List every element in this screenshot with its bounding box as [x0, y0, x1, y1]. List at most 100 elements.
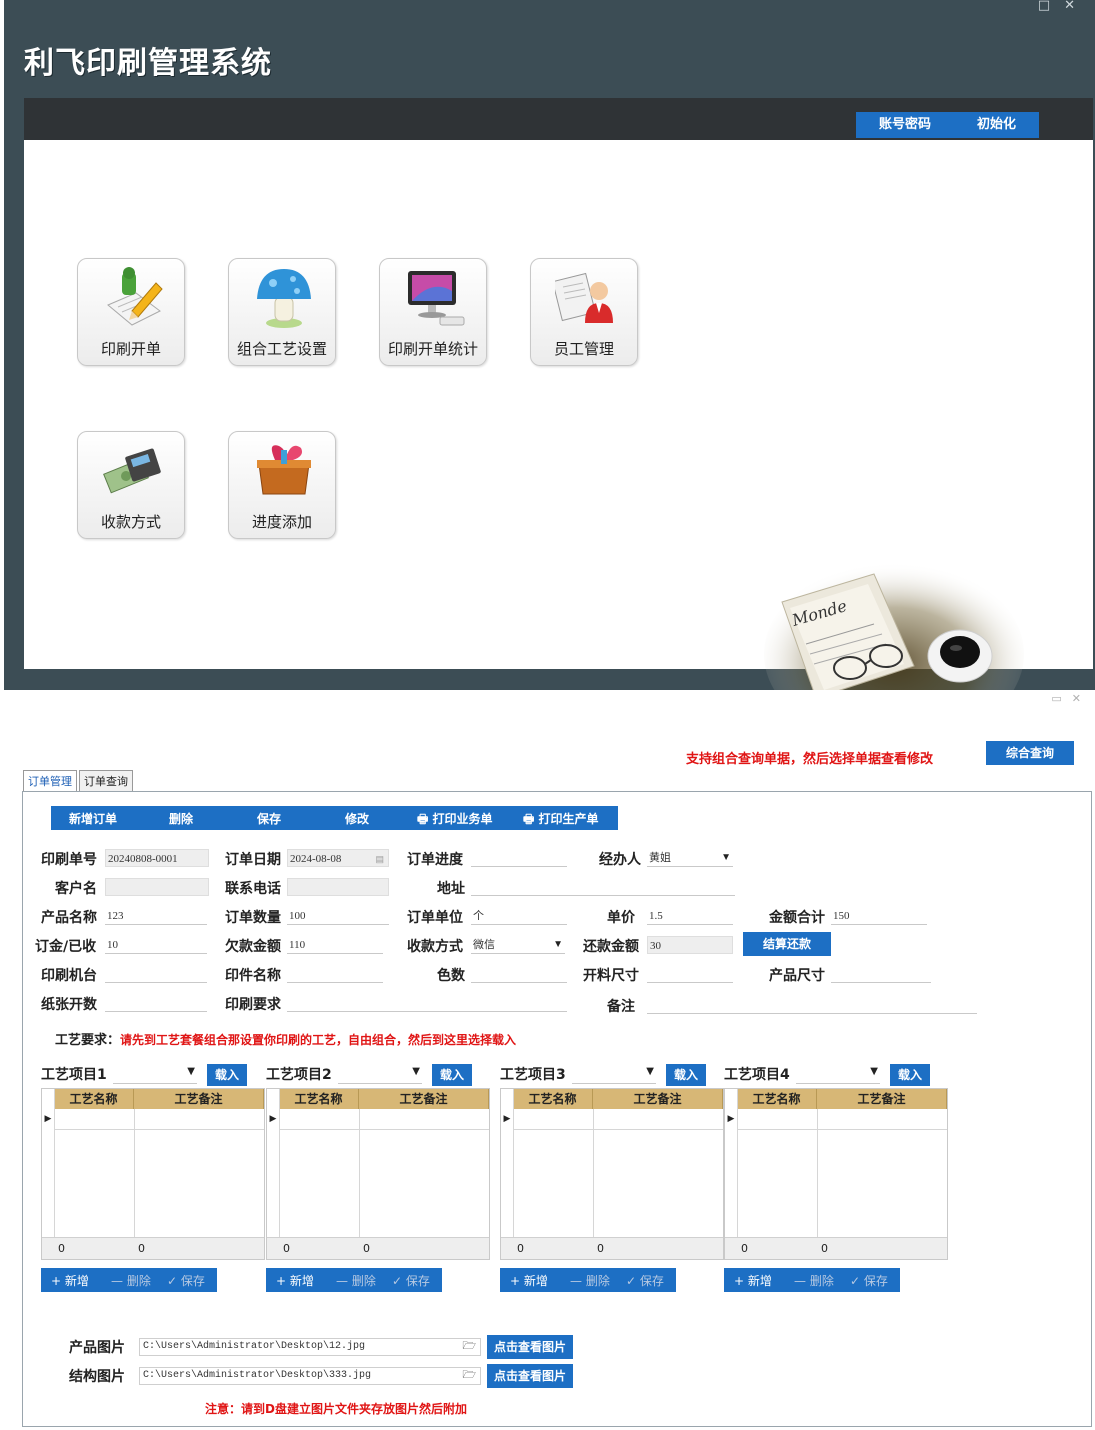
print-production-button[interactable]: 🖶 打印生产单 [523, 810, 599, 831]
modify-button[interactable]: 修改 [345, 810, 369, 827]
folder-open-icon[interactable]: 🗁 [462, 1339, 476, 1355]
quantity-field[interactable]: 100 [287, 907, 389, 925]
save-row-button[interactable]: ✓ 保存 [392, 1272, 430, 1289]
process-item-select[interactable]: ▼ [338, 1066, 422, 1084]
col-process-name[interactable]: 工艺名称 [737, 1089, 817, 1109]
delete-row-button[interactable]: — 删除 [794, 1272, 834, 1289]
calendar-icon[interactable]: ▤ [375, 850, 384, 866]
row-indicator-icon: ▶ [727, 1114, 735, 1124]
progress-field[interactable] [471, 849, 567, 867]
delete-row-button[interactable]: — 删除 [111, 1272, 151, 1289]
tile-label: 员工管理 [553, 340, 614, 358]
load-button[interactable]: 载入 [207, 1064, 247, 1086]
load-button[interactable]: 载入 [890, 1064, 930, 1086]
repay-field[interactable]: 30 [647, 936, 733, 954]
load-button[interactable]: 载入 [666, 1064, 706, 1086]
initialize-button[interactable]: 初始化 [954, 112, 1039, 138]
tile-employee-management[interactable]: 员工管理 [530, 258, 638, 366]
phone-field[interactable] [287, 878, 389, 896]
tile-progress-add[interactable]: 进度添加 [228, 431, 336, 539]
save-row-button[interactable]: ✓ 保存 [167, 1272, 205, 1289]
order-date-field[interactable]: 2024-08-08 ▤ [287, 849, 389, 867]
pay-method-select[interactable]: 微信 ▼ [471, 936, 565, 954]
delete-row-button[interactable]: — 删除 [336, 1272, 376, 1289]
col-process-note[interactable]: 工艺备注 [359, 1089, 489, 1109]
print-req-field[interactable] [287, 994, 567, 1012]
app-title: 利飞印刷管理系统 [24, 46, 272, 81]
handler-value: 黄姐 [649, 852, 671, 864]
structure-image-label: 结构图片 [69, 1369, 125, 1385]
add-row-button[interactable]: + 新增 [734, 1272, 772, 1289]
footer-sum-1: 0 [58, 1242, 65, 1255]
tile-payment-method[interactable]: 收款方式 [77, 431, 185, 539]
window-controls[interactable]: ▭✕ [1051, 692, 1091, 705]
product-size-field[interactable] [831, 965, 931, 983]
order-no-field[interactable]: 20240808-0001 [105, 849, 209, 867]
total-label: 金额合计 [769, 910, 825, 926]
settle-repay-button[interactable]: 结算还款 [743, 932, 831, 956]
process-grid[interactable]: 工艺名称 工艺备注 ▶ 00 [266, 1088, 490, 1260]
account-password-button[interactable]: 账号密码 [856, 112, 954, 138]
total-field[interactable]: 150 [831, 907, 927, 925]
dropdown-arrow-icon: ▼ [646, 1066, 654, 1077]
structure-image-path[interactable]: C:\Users\Administrator\Desktop\333.jpg 🗁 [139, 1367, 481, 1385]
tab-order-query[interactable]: 订单查询 [79, 770, 133, 791]
folder-open-icon[interactable]: 🗁 [462, 1368, 476, 1384]
window-controls[interactable]: □✕ [1038, 0, 1089, 13]
process-item-select[interactable]: ▼ [572, 1066, 656, 1084]
tile-label: 印刷开单统计 [387, 340, 478, 358]
view-structure-image-button[interactable]: 点击查看图片 [487, 1364, 573, 1388]
col-process-name[interactable]: 工艺名称 [513, 1089, 593, 1109]
print-name-field[interactable] [287, 965, 383, 983]
colors-field[interactable] [471, 965, 567, 983]
unit-field[interactable]: 个 [471, 907, 567, 925]
remark-field[interactable] [647, 996, 977, 1014]
print-business-button[interactable]: 🖶 打印业务单 [417, 810, 493, 831]
delete-row-button[interactable]: — 删除 [570, 1272, 610, 1289]
address-field[interactable] [471, 878, 735, 896]
process-item-select[interactable]: ▼ [113, 1066, 197, 1084]
product-name-field[interactable]: 123 [105, 907, 207, 925]
delete-button[interactable]: 删除 [169, 810, 193, 827]
handler-select[interactable]: 黄姐 ▼ [647, 849, 733, 867]
quantity-label: 订单数量 [225, 910, 281, 926]
process-grid[interactable]: 工艺名称 工艺备注 ▶ 00 [500, 1088, 724, 1260]
save-button[interactable]: 保存 [257, 810, 281, 827]
add-row-button[interactable]: + 新增 [510, 1272, 548, 1289]
printer-icon: 🖶 [417, 812, 433, 826]
add-row-button[interactable]: + 新增 [51, 1272, 89, 1289]
product-image-path[interactable]: C:\Users\Administrator\Desktop\12.jpg 🗁 [139, 1338, 481, 1356]
owed-field[interactable]: 110 [287, 936, 383, 954]
process-item-label: 工艺项目2 [266, 1067, 332, 1083]
col-process-note[interactable]: 工艺备注 [593, 1089, 723, 1109]
tile-process-setup[interactable]: 组合工艺设置 [228, 258, 336, 366]
add-row-button[interactable]: + 新增 [276, 1272, 314, 1289]
customer-field[interactable] [105, 878, 209, 896]
col-process-name[interactable]: 工艺名称 [279, 1089, 359, 1109]
save-row-button[interactable]: ✓ 保存 [850, 1272, 888, 1289]
col-process-name[interactable]: 工艺名称 [54, 1089, 134, 1109]
cut-size-field[interactable] [647, 965, 733, 983]
deposit-label: 订金/已收 [35, 939, 97, 955]
paper-split-field[interactable] [105, 994, 207, 1012]
footer-sum-2: 0 [363, 1242, 370, 1255]
deposit-field[interactable]: 10 [105, 936, 207, 954]
tab-order-management[interactable]: 订单管理 [23, 770, 77, 791]
colors-label: 色数 [437, 968, 465, 984]
process-item-select[interactable]: ▼ [796, 1066, 880, 1084]
unit-price-field[interactable]: 1.5 [647, 907, 733, 925]
machine-field[interactable] [105, 965, 207, 983]
tile-print-order[interactable]: 印刷开单 [77, 258, 185, 366]
col-process-note[interactable]: 工艺备注 [817, 1089, 947, 1109]
view-product-image-button[interactable]: 点击查看图片 [487, 1335, 573, 1359]
combo-query-button[interactable]: 综合查询 [986, 741, 1074, 765]
process-grid[interactable]: 工艺名称 工艺备注 ▶ 00 [41, 1088, 265, 1260]
load-button[interactable]: 载入 [432, 1064, 472, 1086]
tile-label: 收款方式 [100, 513, 161, 531]
col-process-note[interactable]: 工艺备注 [134, 1089, 264, 1109]
process-item-label: 工艺项目1 [41, 1067, 107, 1083]
tile-order-statistics[interactable]: 印刷开单统计 [379, 258, 487, 366]
save-row-button[interactable]: ✓ 保存 [626, 1272, 664, 1289]
process-grid[interactable]: 工艺名称 工艺备注 ▶ 00 [724, 1088, 948, 1260]
new-order-button[interactable]: 新增订单 [69, 810, 117, 827]
